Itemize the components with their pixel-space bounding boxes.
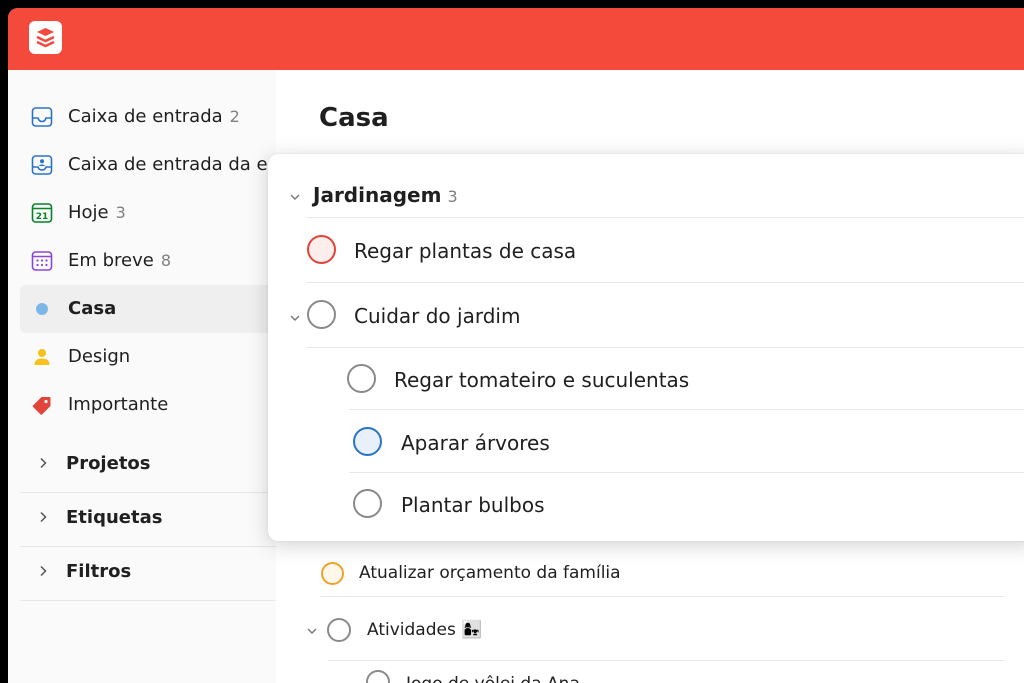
sidebar-item-label: Casa <box>68 298 117 319</box>
divider <box>320 596 1004 597</box>
section-title: Jardinagem 3 <box>313 183 458 207</box>
group-projects[interactable]: Projetos <box>20 439 276 492</box>
group-label: Etiquetas <box>66 507 163 528</box>
divider <box>328 660 1004 661</box>
task-checkbox[interactable] <box>347 364 376 393</box>
task-label: Aparar árvores <box>401 431 550 455</box>
task-checkbox[interactable] <box>366 670 390 683</box>
task-item[interactable]: Jogo de vôlei da Ana <box>356 662 1024 683</box>
task-item[interactable]: Cuidar do jardim <box>298 284 1024 346</box>
today-count: 3 <box>115 203 126 222</box>
divider <box>307 282 1024 283</box>
task-checkbox[interactable] <box>321 562 344 585</box>
task-label: Atualizar orçamento da família <box>359 563 621 583</box>
sidebar-item-label: Caixa de entrada 2 <box>68 106 240 127</box>
task-checkbox[interactable] <box>307 300 336 329</box>
task-checkbox[interactable] <box>327 618 351 642</box>
task-item[interactable]: Atividades 👩‍👧 <box>316 600 1024 662</box>
sidebar-item-label: Em breve 8 <box>68 250 172 271</box>
task-checkbox[interactable] <box>307 235 336 264</box>
divider <box>20 600 276 601</box>
task-label: Jogo de vôlei da Ana <box>406 674 580 683</box>
calendar-upcoming-icon <box>31 251 53 271</box>
task-checkbox[interactable] <box>353 427 382 456</box>
task-label: Regar plantas de casa <box>354 239 577 263</box>
divider <box>307 217 1024 218</box>
sidebar-item-today[interactable]: 21 Hoje 3 <box>20 189 276 237</box>
sidebar-item-casa[interactable]: Casa <box>20 285 276 333</box>
sidebar: Caixa de entrada2 Caixa de entrada da eq… <box>8 70 276 683</box>
chevron-right-icon[interactable] <box>36 564 50 578</box>
divider <box>349 409 1024 410</box>
family-emoji-icon: 👩‍👧 <box>461 620 483 640</box>
task-label: Regar tomateiro e suculentas <box>394 368 690 392</box>
task-item[interactable]: Aparar árvores <box>344 411 1024 473</box>
top-bar <box>8 8 1024 70</box>
sidebar-item-label: Caixa de entrada da equipe <box>68 154 276 175</box>
task-label: Atividades 👩‍👧 <box>367 620 483 640</box>
tag-icon <box>32 397 51 415</box>
page-title: Casa <box>319 103 389 133</box>
group-filters[interactable]: Filtros <box>20 547 276 600</box>
sidebar-item-label: Importante <box>68 394 169 415</box>
section-card: Jardinagem 3 Regar plantas de casa Cuidar… <box>268 154 1024 541</box>
team-inbox-icon <box>31 155 53 175</box>
project-dot-icon <box>36 303 48 315</box>
inbox-icon <box>31 107 53 127</box>
group-labels[interactable]: Etiquetas <box>20 493 276 546</box>
svg-text:21: 21 <box>36 212 49 222</box>
chevron-right-icon[interactable] <box>36 456 50 470</box>
sidebar-item-upcoming[interactable]: Em breve 8 <box>20 237 276 285</box>
task-item[interactable]: Regar tomateiro e suculentas <box>338 348 1024 410</box>
task-label: Plantar bulbos <box>401 493 545 517</box>
app-window: Caixa de entrada2 Caixa de entrada da eq… <box>8 8 1024 683</box>
sidebar-item-inbox[interactable]: Caixa de entrada 2 <box>20 93 276 141</box>
task-item[interactable]: Plantar bulbos <box>344 473 1024 535</box>
upcoming-count: 8 <box>160 251 172 270</box>
chevron-down-icon[interactable] <box>289 191 301 203</box>
task-checkbox[interactable] <box>353 489 382 518</box>
todoist-logo-icon[interactable] <box>29 21 62 54</box>
sidebar-item-label: Hoje 3 <box>68 202 126 223</box>
task-item[interactable]: Atualizar orçamento da família <box>316 545 1024 607</box>
task-label: Cuidar do jardim <box>354 304 521 328</box>
section-count: 3 <box>447 187 458 206</box>
inbox-count: 2 <box>229 107 240 126</box>
task-item[interactable]: Regar plantas de casa <box>298 219 1024 281</box>
calendar-today-icon: 21 <box>31 203 53 223</box>
person-icon <box>34 349 50 365</box>
group-label: Projetos <box>66 453 151 474</box>
sidebar-item-team-inbox[interactable]: Caixa de entrada da equipe <box>20 141 276 189</box>
sidebar-item-design[interactable]: Design <box>20 333 276 381</box>
sidebar-item-label: Design <box>68 346 131 367</box>
chevron-right-icon[interactable] <box>36 510 50 524</box>
group-label: Filtros <box>66 561 132 582</box>
sidebar-item-important[interactable]: Importante <box>20 381 276 429</box>
